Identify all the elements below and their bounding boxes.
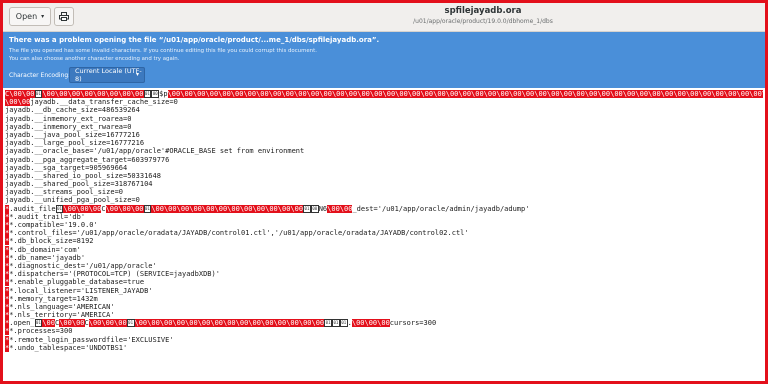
param-line: jayadb.__sga_target=905969664 [5, 163, 128, 172]
param-line: **.db_domain='com' [5, 245, 81, 254]
infobar-message-2: You can also choose another character en… [9, 56, 180, 62]
text-content[interactable]: C\00\00 01 \00\00\00\00\00\00\00\00 01 00 $p\… [5, 90, 763, 380]
binary-line-2: \00\00jayadb.__data_transfer_cache_size=… [5, 98, 178, 107]
encoding-error-infobar: There was a problem opening the file “/u… [3, 32, 765, 88]
param-line: **.diagnostic_dest='/u01/app/oracle' [5, 261, 157, 270]
param-line: jayadb.__db_cache_size=486539264 [5, 106, 140, 115]
param-line: **.compatible='19.0.0' [5, 221, 98, 229]
open-button-label: Open [15, 12, 38, 21]
param-line: jayadb.__inmemory_ext_roarea=0 [5, 114, 132, 123]
param-line: **.control_files='/u01/app/oracle/oradat… [5, 229, 469, 238]
param-line: jayadb.__java_pool_size=16777216 [5, 130, 140, 139]
character-encoding-value: Current Locale (UTF-8) [75, 67, 142, 83]
param-line: jayadb.__large_pool_size=16777216 [5, 139, 145, 148]
editor-window: Open ▾ spfilejayadb.ora /u01/app/oracle/… [0, 0, 768, 384]
open-button[interactable]: Open ▾ [9, 7, 51, 26]
chevron-down-icon: ▾ [41, 13, 45, 20]
param-line: jayadb.__unified_pga_pool_size=0 [5, 196, 140, 205]
window-title-block: spfilejayadb.ora /u01/app/oracle/product… [403, 6, 563, 26]
param-line: jayadb.__data_transfer_cache_size=0 [30, 98, 178, 107]
param-line: **.memory_target=1432m [5, 294, 98, 303]
window-title: spfilejayadb.ora [444, 6, 522, 16]
param-line: **.nls_territory='AMERICA' [5, 311, 115, 320]
param-line: jayadb.__streams_pool_size=0 [5, 188, 124, 197]
print-icon [59, 12, 69, 21]
window-subtitle: /u01/app/oracle/product/19.0.0/dbhome_1/… [413, 18, 553, 25]
param-line: jayadb.__shared_io_pool_size=50331648 [5, 171, 161, 180]
audit-file-value: dest='/u01/app/oracle/admin/jayadb/adump… [356, 204, 530, 213]
param-line: jayadb.__oracle_base='/u01/app/oracle'#O… [5, 147, 305, 156]
param-line: **.db_name='jayadb' [5, 253, 86, 262]
header-bar: Open ▾ spfilejayadb.ora /u01/app/oracle/… [3, 3, 765, 32]
open-cursors-value: cursors=300 [389, 319, 437, 328]
param-line: **.undo_tablespace='UNDOTBS1' [5, 343, 128, 352]
param-line: **.dispatchers='(PROTOCOL=TCP) (SERVICE=… [5, 270, 220, 279]
character-encoding-label: Character Encoding: [9, 72, 71, 79]
param-line: **.audit_trail='db' [5, 212, 86, 221]
infobar-message-1: The file you opened has some invalid cha… [9, 48, 317, 54]
param-line: **.local_listener='LISTENER_JAYADB' [5, 286, 153, 295]
param-line: jayadb.__shared_pool_size=318767104 [5, 180, 153, 189]
chevron-down-icon: ▾ [135, 71, 139, 78]
param-line: **.remote_login_passwordfile='EXCLUSIVE' [5, 335, 174, 344]
param-line: **.nls_language='AMERICAN' [5, 302, 115, 311]
character-encoding-select[interactable]: Current Locale (UTF-8) ▾ [69, 67, 145, 83]
binary-line-1: C\00\00 01 \00\00\00\00\00\00\00\00 01 00 $p\… [5, 90, 763, 98]
param-line: **.db_block_size=8192 [5, 237, 94, 246]
param-line: **.enable_pluggable_database=true [5, 278, 145, 287]
param-line: jayadb.__inmemory_ext_rwarea=0 [5, 122, 132, 131]
print-button[interactable] [54, 7, 74, 26]
infobar-title: There was a problem opening the file “/u… [9, 36, 380, 44]
param-line: jayadb.__pga_aggregate_target=603979776 [5, 155, 170, 164]
param-line: **.processes=300 [5, 327, 73, 336]
open-cursors-line: *.open_ 01 \00C\00\00C\00\00\00 01 \00\00\00… [5, 319, 437, 328]
audit-file-line: *.audit_file 01 \00\00\00C\00\00\00 01 \00\0… [5, 204, 530, 213]
